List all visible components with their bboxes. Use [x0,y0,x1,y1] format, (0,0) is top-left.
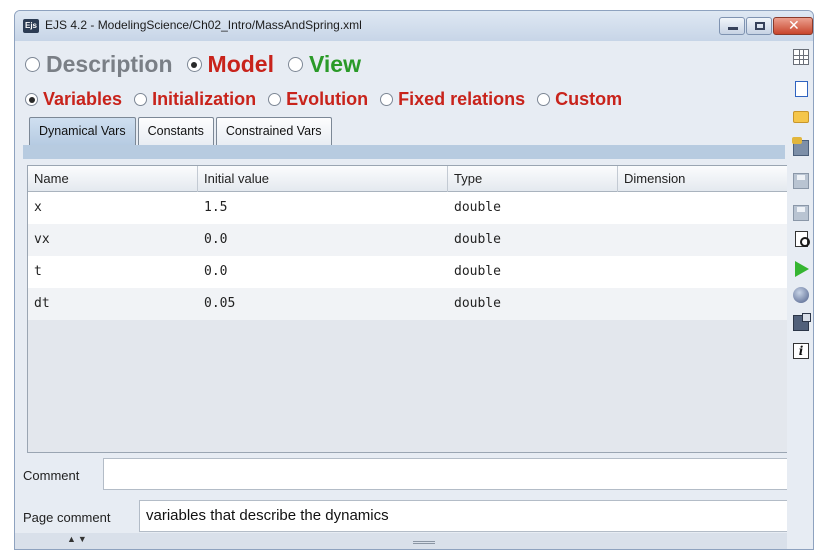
comment-label: Comment [23,468,80,483]
split-pane-divider[interactable]: ▲▼ [15,533,787,549]
radio-initialization[interactable] [134,93,148,106]
radio-description[interactable] [25,57,40,72]
cell-initial-value[interactable]: 0.0 [198,256,227,288]
table-row[interactable]: t 0.0 double [28,256,788,288]
save-as-icon[interactable] [792,137,809,156]
cell-type[interactable]: double [448,288,501,320]
preview-icon[interactable] [795,231,810,247]
cell-type[interactable]: double [448,192,501,224]
column-header-name[interactable]: Name [28,166,198,192]
description-label[interactable]: Description [46,51,173,77]
cell-type[interactable]: double [448,224,501,256]
tab-constants[interactable]: Constants [137,117,214,145]
window-title: EJS 4.2 - ModelingScience/Ch02_Intro/Mas… [45,18,362,32]
run-icon[interactable] [795,261,809,277]
page-comment-field[interactable]: variables that describe the dynamics [139,500,789,532]
table-header: Name Initial value Type Dimension [28,166,788,192]
cell-dimension[interactable] [618,288,624,320]
cell-name[interactable]: x [28,192,42,224]
minimize-button[interactable] [719,17,745,35]
column-header-dimension[interactable]: Dimension [618,166,790,192]
cell-name[interactable]: vx [28,224,50,256]
table-row[interactable]: x 1.5 double [28,192,788,224]
title-bar[interactable]: Ejs EJS 4.2 - ModelingScience/Ch02_Intro… [15,11,813,41]
custom-label[interactable]: Custom [555,89,622,109]
table-row[interactable]: dt 0.05 double [28,288,788,320]
cell-dimension[interactable] [618,192,624,224]
column-header-initial-value[interactable]: Initial value [198,166,448,192]
variables-table[interactable]: Name Initial value Type Dimension x 1.5 … [27,165,789,453]
cell-initial-value[interactable]: 0.05 [198,288,235,320]
cell-initial-value[interactable]: 1.5 [198,192,227,224]
cell-name[interactable]: dt [28,288,50,320]
editor-panel: Description Model View Variables Initializa… [15,41,789,549]
cell-initial-value[interactable]: 0.0 [198,224,227,256]
comment-field[interactable] [103,458,789,490]
model-label[interactable]: Model [208,51,274,77]
open-folder-icon[interactable] [793,111,809,123]
fixed-relations-label[interactable]: Fixed relations [398,89,525,109]
tab-dynamical-vars[interactable]: Dynamical Vars [29,117,136,145]
variable-tabs: Dynamical Vars Constants Constrained Vars [29,117,334,145]
view-label[interactable]: View [309,51,361,77]
split-grip-icon[interactable] [413,541,435,544]
cell-name[interactable]: t [28,256,42,288]
right-toolbar: i [787,41,813,549]
radio-evolution[interactable] [268,93,282,106]
page-comment-label: Page comment [23,510,111,525]
column-header-type[interactable]: Type [448,166,618,192]
split-arrows-icon[interactable]: ▲▼ [67,534,89,544]
new-document-icon[interactable] [795,81,808,97]
cell-type[interactable]: double [448,256,501,288]
maximize-icon [755,22,765,30]
tab-constrained-vars[interactable]: Constrained Vars [215,117,332,145]
radio-fixed-relations[interactable] [380,93,394,106]
evolution-label[interactable]: Evolution [286,89,368,109]
grid-icon[interactable] [793,49,809,65]
initialization-label[interactable]: Initialization [152,89,256,109]
cell-dimension[interactable] [618,224,624,256]
close-icon: ✕ [788,18,800,34]
options-icon[interactable] [793,313,811,331]
table-row[interactable]: vx 0.0 double [28,224,788,256]
variables-label[interactable]: Variables [43,89,122,109]
ejs-app-icon: Ejs [23,19,39,33]
radio-model[interactable] [186,57,202,72]
model-section-selector: Variables Initialization Evolution Fixed re… [25,89,634,110]
minimize-icon [728,27,738,30]
save-icon[interactable] [793,173,809,189]
radio-custom[interactable] [537,93,551,106]
main-panel-selector: Description Model View [25,51,375,78]
globe-icon[interactable] [793,287,809,303]
close-button[interactable]: ✕ [773,17,813,35]
info-icon[interactable]: i [793,343,809,359]
save-disk-icon[interactable] [793,205,809,221]
maximize-button[interactable] [746,17,772,35]
radio-view[interactable] [287,57,303,72]
cell-dimension[interactable] [618,256,624,288]
ejs-window: Ejs EJS 4.2 - ModelingScience/Ch02_Intro… [14,10,814,550]
radio-variables[interactable] [25,93,38,106]
tab-strip [23,145,785,159]
